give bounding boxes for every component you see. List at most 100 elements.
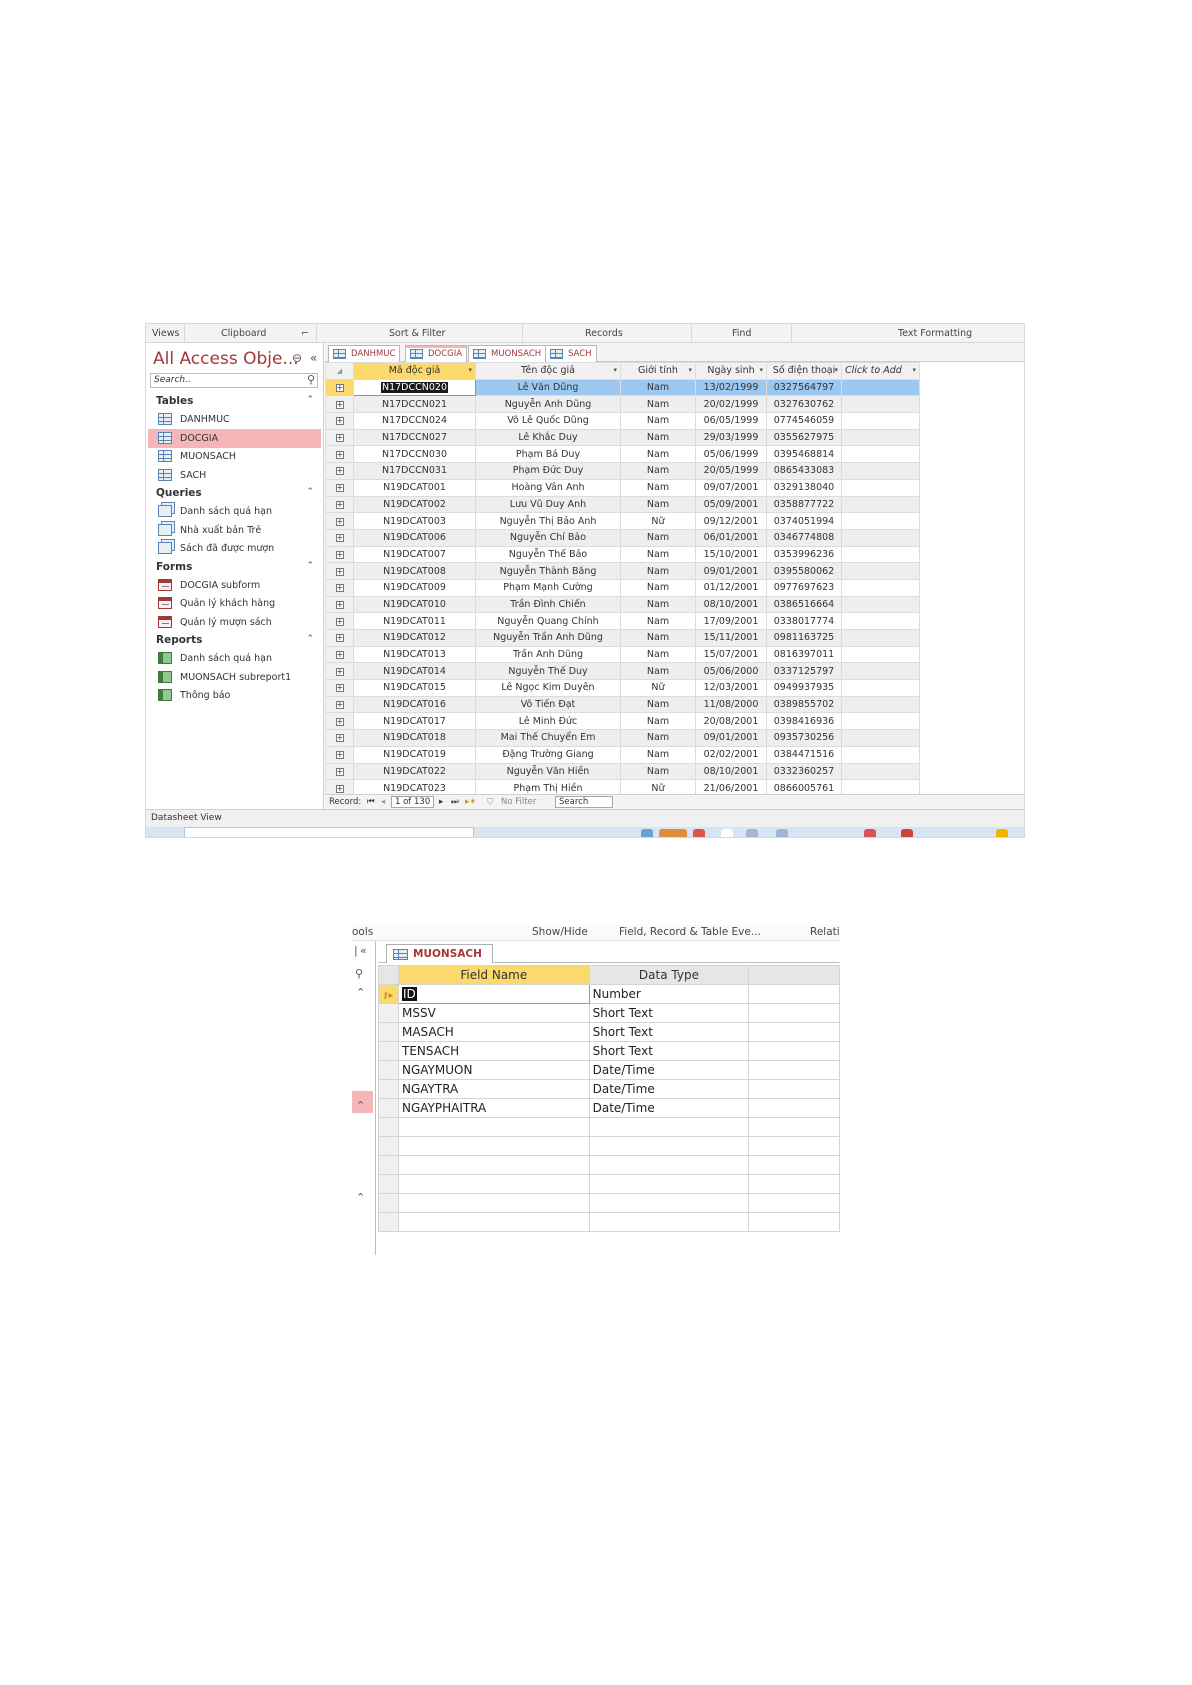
search-icon[interactable]: ⚲ — [307, 373, 315, 386]
data-type-cell[interactable]: Short Text — [588, 1022, 750, 1042]
expand-subdatasheet-icon[interactable]: + — [335, 767, 344, 776]
row-selector[interactable]: + — [325, 412, 354, 430]
table-cell[interactable]: 0358877722 — [766, 495, 842, 514]
column-header[interactable]: Giới tính ▾ — [620, 362, 696, 380]
table-cell[interactable]: 0395580062 — [766, 562, 842, 580]
empty-field-row[interactable] — [378, 1117, 840, 1137]
table-cell[interactable]: 0977697623 — [766, 578, 842, 597]
field-row[interactable]: TENSACH Short Text — [378, 1041, 840, 1061]
table-cell[interactable]: Nữ — [620, 512, 696, 530]
ribbon-group-relationships[interactable]: Relati — [810, 926, 840, 938]
expand-subdatasheet-icon[interactable]: + — [335, 384, 344, 393]
table-cell[interactable]: 0816397011 — [766, 645, 842, 664]
row-selector[interactable]: + — [325, 662, 354, 681]
no-filter-label[interactable]: No Filter — [501, 797, 536, 807]
table-cell[interactable]: Nam — [620, 762, 696, 781]
table-cell[interactable]: 01/12/2001 — [695, 578, 767, 597]
ribbon-group-tools[interactable]: ools — [352, 926, 373, 938]
table-cell[interactable]: 0353996236 — [766, 545, 842, 564]
empty-cell[interactable] — [588, 1136, 750, 1156]
ribbon-group-views[interactable]: Views — [152, 328, 180, 339]
empty-add-cell[interactable] — [841, 428, 920, 447]
tab-sach[interactable]: SACH — [545, 345, 597, 362]
table-cell[interactable]: 08/10/2001 — [695, 595, 767, 614]
table-cell[interactable]: N19DCAT001 — [353, 478, 476, 497]
nav-group-form[interactable]: Forms ⌃ — [156, 561, 316, 573]
expand-subdatasheet-icon[interactable]: + — [335, 717, 344, 726]
table-cell[interactable]: N19DCAT016 — [353, 695, 476, 714]
row-selector[interactable] — [378, 1003, 399, 1023]
empty-cell[interactable] — [397, 1174, 590, 1194]
empty-add-cell[interactable] — [841, 662, 920, 681]
data-type-cell[interactable]: Date/Time — [588, 1060, 750, 1080]
empty-add-cell[interactable] — [841, 645, 920, 664]
table-row[interactable]: + N19DCAT007 Nguyễn Thế Bảo Nam 15/10/2001 03… — [325, 545, 920, 564]
expand-subdatasheet-icon[interactable]: + — [335, 701, 344, 710]
nav-collapse-icon[interactable]: « — [310, 351, 317, 365]
table-cell[interactable]: 09/12/2001 — [695, 512, 767, 530]
field-name-cell[interactable]: MASACH — [397, 1022, 590, 1042]
description-column-header[interactable] — [748, 965, 840, 985]
table-cell[interactable]: Nam — [620, 612, 696, 630]
table-cell[interactable]: 17/09/2001 — [695, 612, 767, 630]
table-cell[interactable]: 05/06/1999 — [695, 445, 767, 464]
column-header[interactable]: Số điện thoại ▾ — [766, 362, 842, 380]
table-cell[interactable]: 20/02/1999 — [695, 395, 767, 414]
nav-item-table[interactable]: DANHMUC — [148, 410, 321, 429]
field-row[interactable]: MSSV Short Text — [378, 1003, 840, 1023]
table-cell[interactable]: Nguyễn Trần Anh Dũng — [475, 629, 621, 647]
table-row[interactable]: + N19DCAT011 Nguyễn Quang Chính Nam 17/09/20… — [325, 612, 920, 630]
table-cell[interactable]: Trần Anh Dũng — [475, 645, 621, 664]
row-selector[interactable]: + — [325, 712, 354, 731]
empty-field-row[interactable] — [378, 1212, 840, 1232]
table-row[interactable]: + N19DCAT018 Mai Thế Chuyển Em Nam 09/01/200… — [325, 729, 920, 747]
table-cell[interactable]: N19DCAT011 — [353, 612, 476, 630]
table-cell[interactable]: 0865433083 — [766, 462, 842, 480]
table-cell[interactable]: Nam — [620, 395, 696, 414]
table-row[interactable]: + N19DCAT014 Nguyễn Thế Duy Nam 05/06/2000 03… — [325, 662, 920, 681]
table-row[interactable]: + N19DCAT008 Nguyễn Thành Băng Nam 09/01/200… — [325, 562, 920, 580]
search-icon[interactable]: ⚲ — [355, 967, 363, 980]
table-cell[interactable]: Phạm Đức Duy — [475, 462, 621, 480]
nav-item-form[interactable]: DOCGIA subform — [148, 576, 321, 595]
table-cell[interactable]: Nguyễn Thị Bảo Anh — [475, 512, 621, 530]
table-cell[interactable]: 21/06/2001 — [695, 779, 767, 794]
table-cell[interactable]: 0337125797 — [766, 662, 842, 681]
table-cell[interactable]: N19DCAT023 — [353, 779, 476, 794]
table-cell[interactable]: Nam — [620, 545, 696, 564]
table-cell[interactable]: N19DCAT018 — [353, 729, 476, 747]
group-collapse-icon[interactable]: ⌃ — [306, 634, 314, 644]
table-cell[interactable]: Lê Ngọc Kim Duyên — [475, 679, 621, 697]
tab-muonsach[interactable]: MUONSACH — [468, 345, 547, 362]
empty-add-cell[interactable] — [841, 729, 920, 747]
table-cell[interactable]: N19DCAT003 — [353, 512, 476, 530]
nav-item-table[interactable]: MUONSACH — [148, 447, 321, 466]
row-selector[interactable]: + — [325, 478, 354, 497]
taskbar-window[interactable] — [184, 827, 474, 837]
table-row[interactable]: + N17DCCN020 Lê Văn Dũng Nam 13/02/1999 03275… — [325, 378, 920, 397]
nav-item-report[interactable]: Danh sách quá hạn — [148, 649, 321, 668]
nav-expand-icon[interactable]: « — [360, 944, 367, 957]
table-cell[interactable]: Nữ — [620, 679, 696, 697]
taskbar-app-icon[interactable] — [901, 829, 913, 837]
table-cell[interactable]: Võ Tiến Đạt — [475, 695, 621, 714]
expand-subdatasheet-icon[interactable]: + — [335, 484, 344, 493]
empty-add-cell[interactable] — [841, 462, 920, 480]
expand-subdatasheet-icon[interactable]: + — [335, 634, 344, 643]
table-cell[interactable]: 05/09/2001 — [695, 495, 767, 514]
table-cell[interactable]: 15/10/2001 — [695, 545, 767, 564]
table-cell[interactable]: 0338017774 — [766, 612, 842, 630]
field-name-cell[interactable]: NGAYTRA — [397, 1079, 590, 1099]
row-selector[interactable] — [378, 1174, 399, 1194]
current-record-field[interactable]: 1 of 130 — [391, 796, 435, 808]
table-row[interactable]: + N19DCAT022 Nguyễn Văn Hiền Nam 08/10/2001 0… — [325, 762, 920, 781]
table-row[interactable]: + N19DCAT013 Trần Anh Dũng Nam 15/07/2001 081… — [325, 645, 920, 664]
table-cell[interactable]: Nam — [620, 478, 696, 497]
table-cell[interactable]: 20/08/2001 — [695, 712, 767, 731]
column-filter-dropdown-icon[interactable]: ▾ — [759, 366, 763, 374]
row-selector[interactable]: + — [325, 679, 354, 697]
table-cell[interactable]: N19DCAT019 — [353, 745, 476, 764]
row-selector[interactable] — [378, 1022, 399, 1042]
column-filter-dropdown-icon[interactable]: ▾ — [688, 366, 692, 374]
ribbon-group-find[interactable]: Find — [732, 328, 751, 339]
